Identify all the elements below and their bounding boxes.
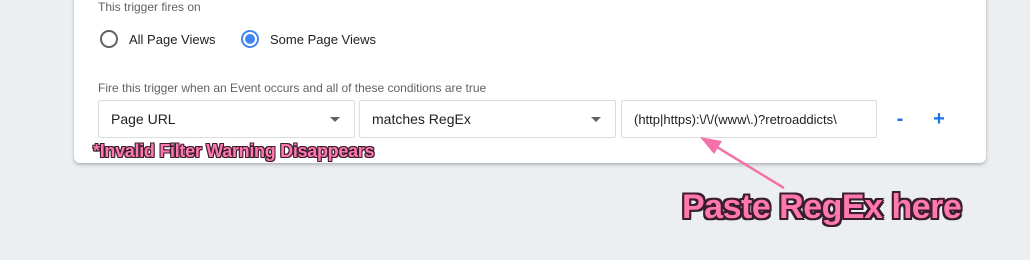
variable-select[interactable]: Page URL	[98, 100, 355, 138]
regex-value-input[interactable]: (http|https):\/\/(www\.)?retroaddicts\	[621, 100, 877, 138]
radio-label-all-page-views: All Page Views	[129, 31, 216, 47]
operator-select-value: matches RegEx	[372, 111, 471, 127]
variable-select-value: Page URL	[111, 111, 176, 127]
regex-value-text: (http|https):\/\/(www\.)?retroaddicts\	[634, 111, 837, 127]
fires-on-label: This trigger fires on	[98, 0, 201, 14]
radio-label-some-page-views: Some Page Views	[270, 31, 376, 47]
chevron-down-icon	[591, 117, 601, 122]
condition-label: Fire this trigger when an Event occurs a…	[98, 81, 487, 95]
chevron-down-icon	[330, 117, 340, 122]
remove-condition-button[interactable]: -	[888, 107, 912, 131]
radio-checked-icon	[241, 30, 259, 48]
invalid-filter-warning-note: *Invalid Filter Warning Disappears	[93, 141, 375, 161]
radio-unchecked-icon	[100, 30, 118, 48]
paste-regex-note: Paste RegEx here	[682, 188, 962, 226]
add-condition-button[interactable]: +	[927, 107, 951, 131]
radio-all-page-views[interactable]: All Page Views	[100, 28, 215, 50]
trigger-config-card: This trigger fires on All Page Views Som…	[74, 0, 986, 163]
operator-select[interactable]: matches RegEx	[359, 100, 616, 138]
radio-some-page-views[interactable]: Some Page Views	[241, 28, 376, 50]
radio-dot	[245, 34, 255, 44]
